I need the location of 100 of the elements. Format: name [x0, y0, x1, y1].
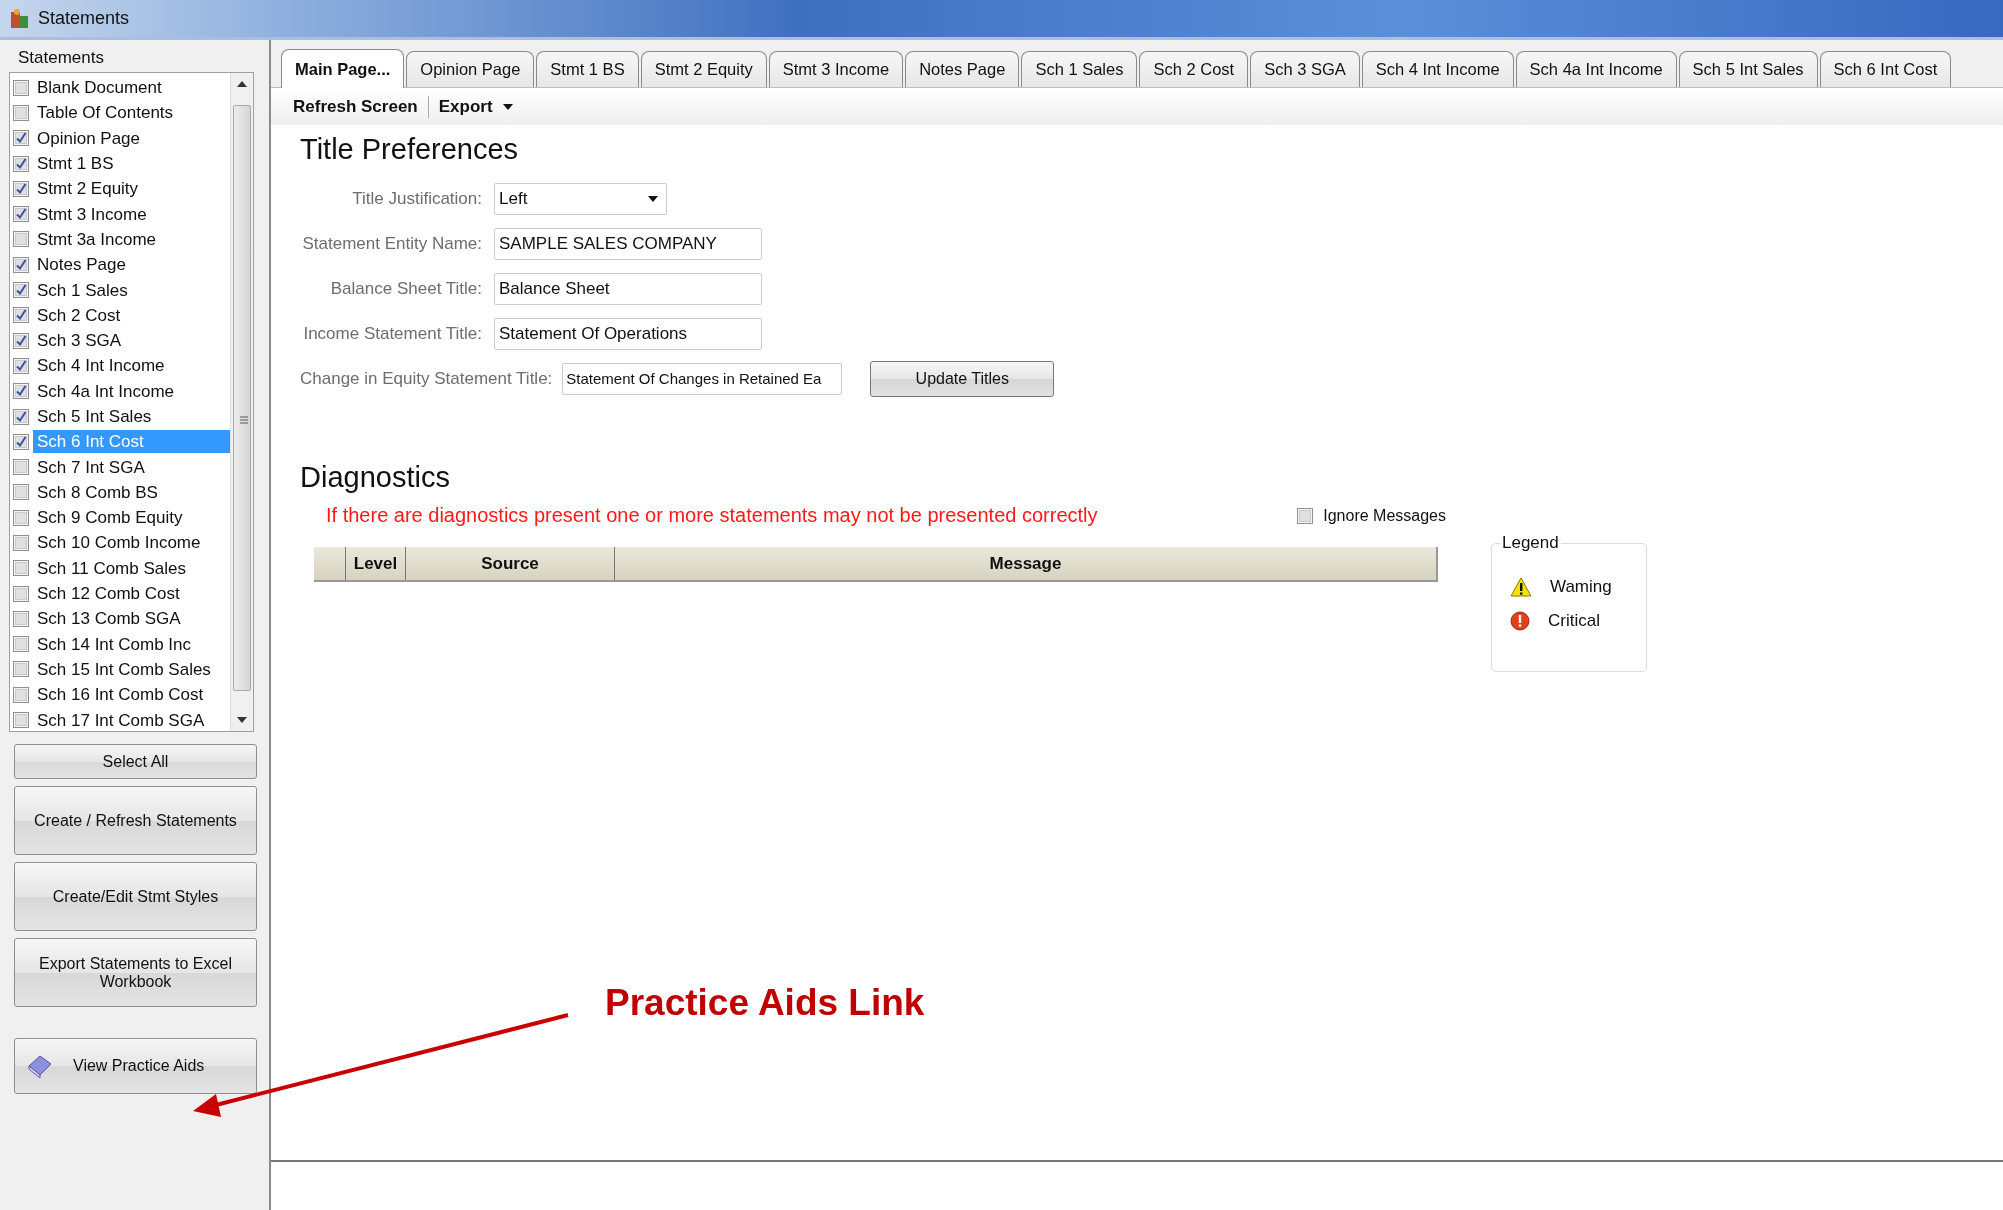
list-item[interactable]: Stmt 3a Income	[33, 227, 230, 251]
list-item[interactable]: Stmt 2 Equity	[33, 177, 230, 201]
tab[interactable]: Stmt 3 Income	[768, 51, 904, 87]
list-item[interactable]: Sch 7 Int SGA	[33, 455, 230, 479]
sidebar-button[interactable]: Create / Refresh Statements	[14, 786, 257, 855]
checkbox-label: Ignore Messages	[1323, 506, 1446, 525]
checkbox[interactable]	[13, 712, 29, 729]
list-item[interactable]: Sch 5 Int Sales	[33, 405, 230, 428]
sidebar-button[interactable]: View Practice Aids	[14, 1038, 257, 1094]
toolbar-dropdown[interactable]: Export	[428, 96, 523, 117]
field-label: Change in Equity Statement Title:	[300, 368, 553, 389]
checkbox[interactable]	[1297, 507, 1314, 524]
checkbox[interactable]	[13, 686, 29, 703]
list-item[interactable]: Sch 3 SGA	[33, 329, 230, 353]
tab[interactable]: Notes Page	[905, 51, 1020, 87]
checkbox[interactable]	[13, 332, 29, 349]
scrollbar[interactable]	[230, 73, 253, 731]
input-field[interactable]: SAMPLE SALES COMPANY	[494, 227, 762, 260]
grip-icon	[240, 416, 248, 424]
list-item[interactable]: Sch 9 Comb Equity	[33, 506, 230, 530]
checkbox[interactable]	[13, 383, 29, 400]
field-label: Balance Sheet Title:	[329, 278, 482, 299]
list-item[interactable]: Notes Page	[33, 253, 230, 277]
checkbox[interactable]	[13, 79, 29, 96]
input-field[interactable]: Statement Of Operations	[494, 317, 762, 350]
checkbox[interactable]	[13, 282, 29, 298]
field-label: Statement Entity Name:	[301, 233, 482, 254]
checkbox[interactable]	[13, 408, 29, 425]
checkbox[interactable]	[13, 560, 29, 577]
book-icon	[27, 1054, 53, 1078]
list-item[interactable]: Sch 1 Sales	[33, 278, 230, 302]
checkbox[interactable]	[13, 509, 29, 526]
checkbox[interactable]	[13, 104, 29, 121]
tab[interactable]: Sch 4 Int Income	[1361, 51, 1514, 87]
sidebar-button[interactable]: Create/Edit Stmt Styles	[14, 862, 257, 931]
list-item[interactable]: Sch 2 Cost	[33, 303, 230, 327]
checkbox[interactable]	[13, 206, 29, 223]
checkbox[interactable]	[13, 256, 29, 273]
checkbox[interactable]	[13, 180, 29, 197]
list-item[interactable]: Sch 15 Int Comb Sales	[33, 657, 230, 681]
section-heading: Title Preferences	[300, 133, 520, 166]
checkbox[interactable]	[13, 535, 29, 551]
app-icon	[10, 7, 30, 30]
tab[interactable]: Sch 5 Int Sales	[1678, 51, 1818, 87]
checkbox[interactable]	[13, 610, 29, 627]
checkbox[interactable]	[13, 357, 29, 374]
scroll-down-icon[interactable]	[237, 717, 247, 723]
list-item[interactable]: Table Of Contents	[33, 101, 230, 125]
checkbox[interactable]	[13, 307, 29, 324]
checkbox[interactable]	[13, 484, 29, 501]
list-item[interactable]: Sch 8 Comb BS	[33, 480, 230, 504]
list-item[interactable]: Sch 4a Int Income	[33, 379, 230, 403]
checkbox[interactable]	[13, 636, 29, 653]
list-item[interactable]: Sch 17 Int Comb SGA	[33, 708, 230, 732]
checkbox[interactable]	[13, 459, 29, 476]
tab[interactable]: Sch 1 Sales	[1021, 51, 1138, 87]
input-field[interactable]: Statement Of Changes in Retained Ea	[562, 362, 843, 395]
list-item[interactable]: Opinion Page	[33, 126, 230, 150]
list-item[interactable]: Sch 10 Comb Income	[33, 531, 230, 555]
sidebar-button[interactable]: Select All	[14, 744, 257, 779]
column-header[interactable]: Level	[345, 547, 405, 580]
column-header[interactable]: Message	[614, 547, 1436, 580]
list-item[interactable]: Sch 11 Comb Sales	[33, 556, 230, 580]
legend-title: Legend	[1500, 533, 1561, 553]
tab[interactable]: Sch 6 Int Cost	[1819, 51, 1952, 87]
checkbox[interactable]	[13, 231, 29, 248]
field-label: Title Justification:	[351, 188, 482, 209]
list-item[interactable]: Blank Document	[33, 76, 230, 100]
checkbox[interactable]	[13, 433, 29, 450]
input-field[interactable]: Balance Sheet	[494, 272, 762, 305]
list-item[interactable]: Sch 16 Int Comb Cost	[33, 683, 230, 707]
checkbox[interactable]	[13, 585, 29, 602]
list-item[interactable]: Stmt 3 Income	[33, 202, 230, 226]
window-title: Statements	[38, 8, 130, 29]
tab[interactable]: Stmt 1 BS	[536, 51, 639, 87]
critical-icon	[1510, 611, 1530, 631]
field-label: Income Statement Title:	[302, 323, 482, 344]
update-button[interactable]: Update Titles	[870, 360, 1055, 397]
scroll-thumb[interactable]	[233, 105, 251, 691]
scroll-up-icon[interactable]	[237, 81, 247, 87]
tab[interactable]: Sch 2 Cost	[1139, 51, 1249, 87]
column-header[interactable]: Source	[405, 547, 614, 580]
dropdown[interactable]: Left	[494, 182, 667, 215]
toolbar-button[interactable]: Refresh Screen	[283, 96, 428, 117]
list-item[interactable]: Sch 4 Int Income	[33, 354, 230, 378]
sidebar-button[interactable]: Export Statements to Excel Workbook	[14, 938, 257, 1007]
list-item[interactable]: Stmt 1 BS	[33, 152, 230, 176]
list-item[interactable]: Sch 12 Comb Cost	[33, 582, 230, 606]
tab[interactable]: Opinion Page	[406, 51, 535, 87]
list-item[interactable]: Sch 14 Int Comb Inc	[33, 632, 230, 656]
checkbox[interactable]	[13, 130, 29, 147]
list-item[interactable]: Sch 13 Comb SGA	[33, 607, 230, 631]
tab[interactable]: Sch 4a Int Income	[1515, 51, 1677, 87]
legend-label: Waming	[1550, 577, 1612, 597]
warning-icon	[1510, 577, 1532, 597]
checkbox[interactable]	[13, 155, 29, 172]
tab[interactable]: Main Page...	[281, 49, 405, 88]
checkbox[interactable]	[13, 661, 29, 678]
tab[interactable]: Stmt 2 Equity	[640, 51, 767, 87]
tab[interactable]: Sch 3 SGA	[1250, 51, 1360, 87]
